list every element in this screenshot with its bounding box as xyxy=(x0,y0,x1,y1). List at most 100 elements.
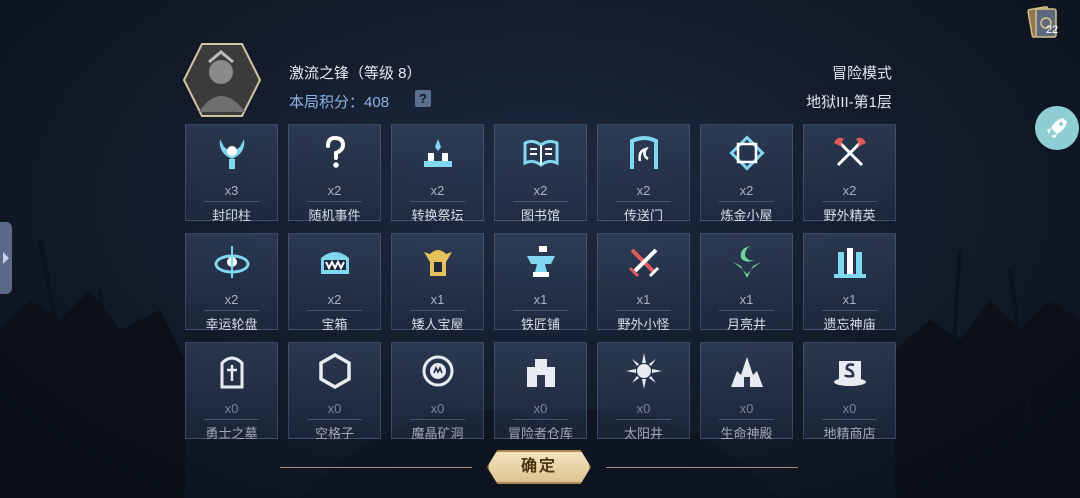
card-sun-well[interactable]: x0 太阳井 xyxy=(597,342,690,441)
card-goblin-shop[interactable]: x0 地精商店 xyxy=(803,342,896,441)
card-deck-icon[interactable] xyxy=(1024,3,1064,43)
card-divider xyxy=(616,310,671,311)
card-name: 炼金小屋 xyxy=(720,208,773,223)
card-divider xyxy=(307,419,362,420)
card-count: x0 xyxy=(430,401,445,416)
card-crystal-mine[interactable]: x0 魔晶矿洞 xyxy=(391,342,484,441)
crossed-axes-icon xyxy=(834,137,866,167)
card-portal[interactable]: x2 传送门 xyxy=(597,124,690,223)
card-count: x2 xyxy=(327,183,342,198)
rocket-button[interactable] xyxy=(1035,106,1079,150)
card-count: x2 xyxy=(842,183,857,198)
card-divider xyxy=(307,310,362,311)
card-name: 地精商店 xyxy=(823,426,876,441)
card-count: x2 xyxy=(739,183,754,198)
score-value: 408 xyxy=(364,94,390,111)
card-wild-monster[interactable]: x1 野外小怪 xyxy=(597,233,690,332)
card-forgotten-temple[interactable]: x1 遗忘神庙 xyxy=(803,233,896,332)
card-count: x0 xyxy=(636,401,651,416)
card-count: x2 xyxy=(224,292,239,307)
card-wild-elite[interactable]: x2 野外精英 xyxy=(803,124,896,223)
card-divider xyxy=(822,419,877,420)
card-divider xyxy=(204,310,259,311)
card-count: x0 xyxy=(739,401,754,416)
alchemy-icon xyxy=(729,135,765,171)
card-divider xyxy=(410,310,465,311)
card-alchemy-hut[interactable]: x2 炼金小屋 xyxy=(700,124,793,223)
altar-icon xyxy=(424,139,452,167)
floor-label: 地狱III-第1层 xyxy=(806,94,892,111)
card-seal-pillar[interactable]: x3 封印柱 xyxy=(185,124,278,223)
card-divider xyxy=(410,201,465,202)
chest-icon xyxy=(321,252,349,274)
book-icon xyxy=(523,139,559,167)
crystal-mine-icon xyxy=(422,355,454,387)
crossed-swords-icon xyxy=(628,248,660,278)
rocket-icon xyxy=(1047,118,1067,138)
sun-icon xyxy=(626,353,662,389)
card-name: 冒险者仓库 xyxy=(507,426,573,441)
card-count: x2 xyxy=(636,183,651,198)
temple-icon xyxy=(834,248,866,278)
card-divider xyxy=(513,310,568,311)
deck-count: 22 xyxy=(1046,24,1059,36)
card-blacksmith[interactable]: x1 铁匠铺 xyxy=(494,233,587,332)
card-conversion-altar[interactable]: x2 转换祭坛 xyxy=(391,124,484,223)
goblin-shop-icon xyxy=(834,361,866,386)
warehouse-icon xyxy=(527,359,555,387)
wheel-icon xyxy=(214,246,250,278)
card-treasure-chest[interactable]: x2 宝箱 xyxy=(288,233,381,332)
card-name: 遗忘神庙 xyxy=(823,317,876,332)
card-divider xyxy=(822,310,877,311)
card-name: 幸运轮盘 xyxy=(205,317,258,332)
card-random-event[interactable]: x2 随机事件 xyxy=(288,124,381,223)
question-icon xyxy=(326,135,346,168)
card-name: 传送门 xyxy=(623,208,663,223)
card-adventurer-warehouse[interactable]: x0 冒险者仓库 xyxy=(494,342,587,441)
card-name: 月亮井 xyxy=(726,317,766,332)
life-temple-icon xyxy=(731,357,763,387)
card-name: 太阳井 xyxy=(623,426,663,441)
card-moon-well[interactable]: x1 月亮井 xyxy=(700,233,793,332)
card-count: x1 xyxy=(636,292,651,307)
card-empty-slot[interactable]: x0 空格子 xyxy=(288,342,381,441)
card-lucky-wheel[interactable]: x2 幸运轮盘 xyxy=(185,233,278,332)
card-count: x2 xyxy=(430,183,445,198)
side-drawer-tab[interactable] xyxy=(0,222,12,294)
card-name: 铁匠铺 xyxy=(520,317,560,332)
card-divider xyxy=(719,310,774,311)
card-count: x0 xyxy=(533,401,548,416)
card-count: x0 xyxy=(224,401,239,416)
anvil-icon xyxy=(527,246,555,277)
dwarf-helmet-icon xyxy=(424,250,452,276)
card-divider xyxy=(513,201,568,202)
decor-line-left xyxy=(280,467,472,468)
card-divider xyxy=(204,419,259,420)
help-button[interactable]: ? xyxy=(415,90,431,107)
card-dwarf-treasure-house[interactable]: x1 矮人宝屋 xyxy=(391,233,484,332)
card-name: 野外小怪 xyxy=(617,317,670,332)
card-library[interactable]: x2 图书馆 xyxy=(494,124,587,223)
card-count: x2 xyxy=(327,292,342,307)
card-divider xyxy=(513,419,568,420)
card-life-temple[interactable]: x0 生命神殿 xyxy=(700,342,793,441)
card-name: 宝箱 xyxy=(321,317,348,332)
hero-header: 激流之锋（等级 8） 本局积分：408 ? 冒险模式 地狱III-第1层 xyxy=(182,42,895,120)
card-warrior-tomb[interactable]: x0 勇士之墓 xyxy=(185,342,278,441)
card-count: x1 xyxy=(842,292,857,307)
card-name: 野外精英 xyxy=(823,208,876,223)
card-count: x0 xyxy=(327,401,342,416)
card-count: x1 xyxy=(739,292,754,307)
card-divider xyxy=(616,419,671,420)
confirm-button[interactable]: 确定 xyxy=(487,450,591,484)
card-divider xyxy=(822,201,877,202)
portal-icon xyxy=(630,136,658,169)
tomb-icon xyxy=(220,356,244,389)
card-name: 勇士之墓 xyxy=(205,426,258,441)
card-name: 图书馆 xyxy=(520,208,560,223)
hero-avatar[interactable] xyxy=(182,42,262,118)
card-count: x1 xyxy=(430,292,445,307)
card-divider xyxy=(616,201,671,202)
hexagon-icon xyxy=(319,352,351,390)
card-divider xyxy=(307,201,362,202)
